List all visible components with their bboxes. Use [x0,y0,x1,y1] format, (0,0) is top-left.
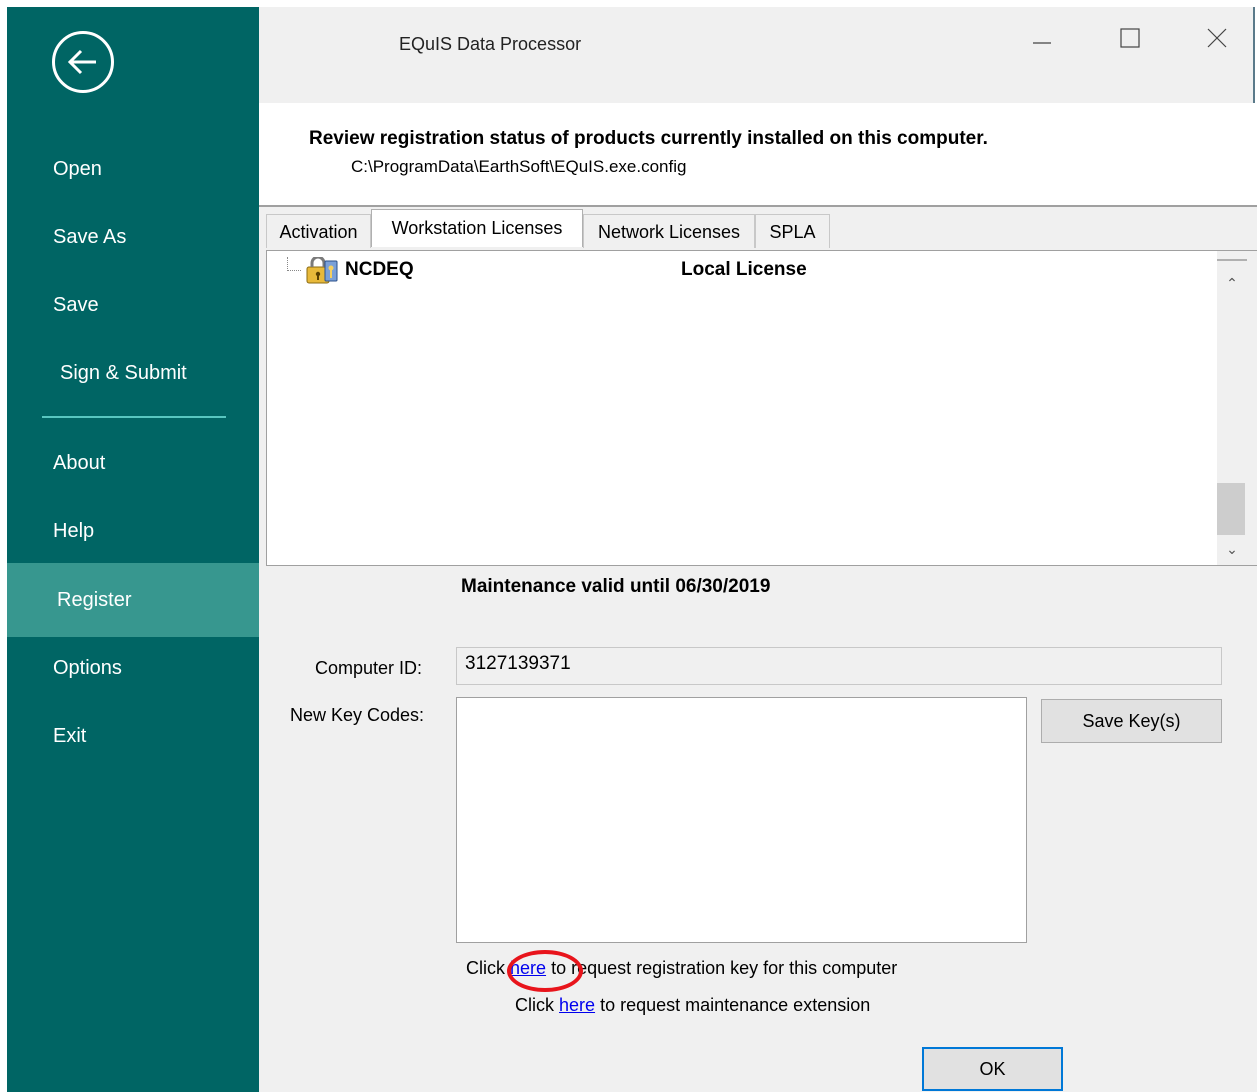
minimize-icon [1033,42,1051,44]
ok-button[interactable]: OK [922,1047,1063,1091]
window-border [1253,7,1255,103]
maintenance-status: Maintenance valid until 06/30/2019 [461,576,771,597]
sidebar: Open Save As Save Sign & Submit About He… [7,7,259,1092]
tab-spla[interactable]: SPLA [755,214,830,248]
vertical-scrollbar[interactable]: ⌃ ⌄ [1217,251,1257,565]
sidebar-item-register[interactable]: Register [7,563,259,637]
maintenance-link-suffix: to request maintenance extension [600,995,871,1015]
sidebar-item-sign-submit[interactable]: Sign & Submit [7,339,259,407]
back-arrow-icon [67,49,96,75]
maintenance-extension-link[interactable]: here [559,995,595,1015]
registration-link-prefix: Click [466,958,505,978]
license-tree[interactable]: NCDEQ Local License ⌃ ⌄ [266,250,1257,566]
maximize-button[interactable] [1107,19,1153,55]
sidebar-divider [42,416,226,418]
maximize-icon [1120,28,1140,48]
sidebar-item-save-as[interactable]: Save As [7,203,259,271]
page-title: Review registration status of products c… [309,128,988,149]
computer-id-label: Computer ID: [315,658,423,678]
scrollbar-top-mark [1217,259,1247,261]
window-title: EQuIS Data Processor [399,34,582,54]
save-keys-button[interactable]: Save Key(s) [1041,699,1222,743]
registration-key-link[interactable]: here [510,958,546,978]
sidebar-item-options[interactable]: Options [7,634,259,702]
scrollbar-thumb[interactable] [1217,483,1245,535]
computer-id-field[interactable]: 3127139371 [456,647,1222,685]
key-codes-label: New Key Codes: [290,705,425,725]
title-bar: EQuIS Data Processor [259,7,1253,103]
sidebar-item-save[interactable]: Save [7,271,259,339]
minimize-button[interactable] [1019,19,1065,55]
close-button[interactable] [1194,19,1240,55]
registration-link-line: Click here to request registration key f… [466,958,897,979]
registration-link-suffix: to request registration key for this com… [551,958,898,978]
sidebar-item-help[interactable]: Help [7,497,259,565]
lock-key-icon [305,255,339,285]
tab-activation[interactable]: Activation [266,214,371,248]
tree-item-license-type: Local License [681,259,807,280]
sidebar-item-exit[interactable]: Exit [7,702,259,770]
scroll-up-arrow-icon[interactable]: ⌃ [1217,273,1247,293]
config-path: C:\ProgramData\EarthSoft\EQuIS.exe.confi… [351,157,687,176]
tree-item-name[interactable]: NCDEQ [345,259,414,281]
maintenance-link-prefix: Click [515,995,554,1015]
scroll-down-arrow-icon[interactable]: ⌄ [1217,539,1247,559]
back-arrow-button[interactable] [52,31,114,93]
maintenance-link-line: Click here to request maintenance extens… [515,995,870,1016]
close-icon [1207,28,1227,48]
tab-network-licenses[interactable]: Network Licenses [583,214,755,248]
sidebar-item-open[interactable]: Open [7,135,259,203]
key-codes-input[interactable] [456,697,1027,943]
tree-connector [287,257,301,271]
header: Review registration status of products c… [259,103,1257,206]
tab-workstation-licenses[interactable]: Workstation Licenses [371,209,583,247]
sidebar-item-about[interactable]: About [7,429,259,497]
